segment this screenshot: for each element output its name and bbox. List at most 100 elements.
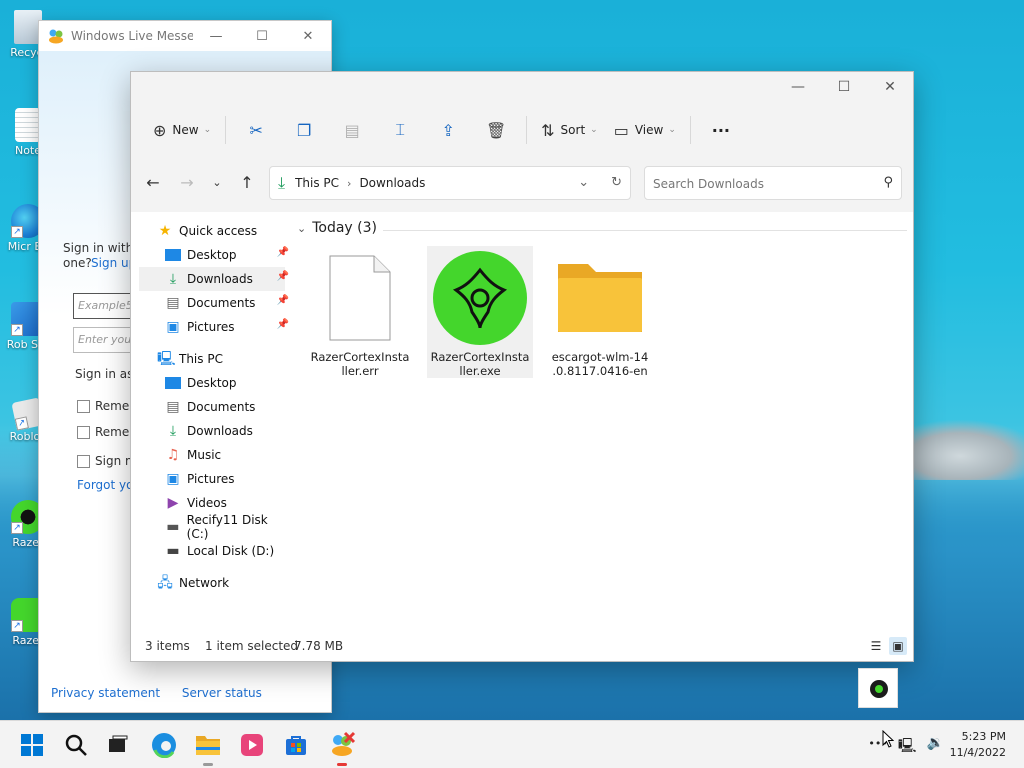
recent-locations-button[interactable]: ⌄ — [203, 170, 231, 196]
close-button[interactable]: ✕ — [867, 72, 913, 102]
view-toggle: ☰ ▣ — [867, 637, 907, 655]
document-file-icon — [329, 255, 391, 341]
messenger-taskbar-button[interactable] — [326, 729, 358, 766]
sign-in-as-label: Sign in as: — [75, 367, 138, 381]
details-view-button[interactable]: ☰ — [867, 637, 885, 655]
ellipsis-icon: ··· — [711, 120, 730, 140]
file-item-err[interactable]: RazerCortexInsta ller.err — [307, 246, 413, 378]
forward-button[interactable]: → — [173, 170, 201, 196]
file-explorer-taskbar-button[interactable] — [192, 729, 224, 766]
messenger-title-bar[interactable]: Windows Live Messe... — ☐ ✕ — [39, 21, 331, 51]
remember-me-checkbox[interactable] — [77, 400, 90, 413]
sign-in-text-2: one? — [63, 256, 92, 270]
store-taskbar-button[interactable] — [280, 729, 312, 761]
sort-icon: ⇅ — [541, 120, 555, 140]
remember-password-checkbox[interactable] — [77, 426, 90, 439]
start-button[interactable] — [16, 729, 48, 761]
explorer-header: — ☐ ✕ ⊕ New ⌄ ✂ ❐ ▤ ⌶ ⇪ 🗑 ⇅ Sort ⌄ ▭ Vie… — [131, 72, 913, 212]
server-status-link[interactable]: Server status — [182, 686, 262, 700]
delete-button[interactable]: 🗑 — [472, 114, 520, 146]
chevron-down-icon: ⌄ — [590, 125, 598, 135]
nav-qa-desktop[interactable]: Desktop 📌 — [165, 243, 289, 267]
nav-pc-music[interactable]: ♫ Music — [165, 443, 221, 467]
password-field[interactable]: Enter your — [73, 327, 133, 353]
nav-pc-disk-d[interactable]: ▬ Local Disk (D:) — [165, 539, 274, 563]
more-options-button[interactable]: ··· — [697, 114, 745, 146]
share-button[interactable]: ⇪ — [424, 114, 472, 146]
nav-network[interactable]: 🖧 Network — [157, 571, 229, 595]
clipboard-icon: ▤ — [344, 120, 360, 140]
nav-quick-access[interactable]: ★ Quick access — [157, 219, 257, 243]
paste-button[interactable]: ▤ — [328, 114, 376, 146]
copy-button[interactable]: ❐ — [280, 114, 328, 146]
document-icon: ▤ — [166, 295, 180, 311]
file-explorer-window[interactable]: — ☐ ✕ ⊕ New ⌄ ✂ ❐ ▤ ⌶ ⇪ 🗑 ⇅ Sort ⌄ ▭ Vie… — [130, 71, 914, 662]
up-button[interactable]: ↑ — [233, 170, 261, 196]
maximize-button[interactable]: ☐ — [239, 29, 285, 44]
search-input[interactable]: Search Downloads ⚲ — [644, 166, 902, 200]
address-history-button[interactable]: ⌄ — [578, 175, 589, 190]
item-count: 3 items — [145, 639, 190, 653]
minimize-button[interactable]: — — [193, 29, 239, 44]
chevron-right-icon: › — [347, 176, 352, 190]
group-header-label: Today (3) — [312, 220, 377, 236]
razer-notification[interactable] — [858, 668, 898, 708]
clock-date: 11/4/2022 — [949, 746, 1006, 759]
nav-qa-downloads[interactable]: ⤓ Downloads 📌 — [139, 267, 289, 291]
breadcrumb-downloads[interactable]: Downloads — [359, 176, 425, 190]
file-name: RazerCortexInsta ller.exe — [430, 350, 530, 378]
nav-qa-documents[interactable]: ▤ Documents 📌 — [165, 291, 289, 315]
media-player-taskbar-button[interactable] — [236, 729, 268, 761]
email-field[interactable]: Example55 — [73, 293, 133, 319]
file-item-exe[interactable]: RazerCortexInsta ller.exe — [427, 246, 533, 378]
nav-pc-downloads[interactable]: ⤓ Downloads — [165, 419, 253, 443]
navigation-pane: ★ Quick access Desktop 📌 ⤓ Downloads 📌 ▤… — [131, 212, 291, 631]
nav-label: Desktop — [187, 248, 237, 262]
pin-icon: 📌 — [276, 295, 289, 306]
sign-me-in-checkbox[interactable] — [77, 455, 90, 468]
system-tray: ••• 🖳 🔉 — [868, 735, 944, 759]
desktop-icon — [165, 249, 181, 261]
pictures-icon: ▣ — [166, 471, 180, 487]
refresh-button[interactable]: ↻ — [611, 175, 622, 190]
file-item-folder[interactable]: escargot-wlm-14 .0.8117.0416-en — [547, 246, 653, 378]
back-button[interactable]: ← — [139, 170, 167, 196]
trash-icon: 🗑 — [485, 120, 507, 140]
nav-pc-desktop[interactable]: Desktop — [165, 371, 237, 395]
new-label: New — [172, 123, 199, 137]
view-button[interactable]: ▭ View ⌄ — [606, 114, 684, 146]
view-label: View — [634, 123, 664, 137]
pin-icon: 📌 — [276, 271, 289, 282]
nav-this-pc[interactable]: 🖳 This PC — [157, 347, 223, 371]
file-name: escargot-wlm-14 .0.8117.0416-en — [551, 350, 649, 378]
chevron-down-icon: ⌄ — [297, 221, 307, 235]
messenger-title: Windows Live Messe... — [71, 29, 193, 43]
nav-qa-pictures[interactable]: ▣ Pictures 📌 — [165, 315, 289, 339]
cut-button[interactable]: ✂ — [232, 114, 280, 146]
nav-pc-disk-c[interactable]: ▬ Recify11 Disk (C:) — [165, 513, 291, 541]
nav-pc-videos[interactable]: ▶ Videos — [165, 491, 227, 515]
privacy-statement-link[interactable]: Privacy statement — [51, 686, 160, 700]
rename-button[interactable]: ⌶ — [376, 114, 424, 146]
sort-button[interactable]: ⇅ Sort ⌄ — [533, 114, 606, 146]
nav-pc-documents[interactable]: ▤ Documents — [165, 395, 255, 419]
address-bar[interactable]: ⤓ This PC › Downloads ⌄ ↻ — [269, 166, 631, 200]
maximize-button[interactable]: ☐ — [821, 72, 867, 102]
minimize-button[interactable]: — — [775, 72, 821, 102]
new-button[interactable]: ⊕ New ⌄ — [145, 114, 219, 146]
task-view-button[interactable] — [102, 729, 134, 761]
drive-icon: ▬ — [166, 543, 180, 559]
edge-taskbar-button[interactable] — [148, 729, 180, 761]
file-list: ⌄ Today (3) RazerCortexInsta ller.err Ra… — [291, 212, 913, 631]
clock[interactable]: 5:23 PM 11/4/2022 — [950, 729, 1006, 761]
large-icons-view-button[interactable]: ▣ — [889, 637, 907, 655]
network-icon[interactable]: 🖳 — [898, 735, 917, 759]
breadcrumb-this-pc[interactable]: This PC — [295, 176, 339, 190]
close-button[interactable]: ✕ — [285, 29, 331, 44]
search-button[interactable] — [60, 729, 92, 761]
attention-indicator — [337, 763, 347, 766]
group-header-today[interactable]: ⌄ Today (3) — [297, 220, 377, 236]
nav-pc-pictures[interactable]: ▣ Pictures — [165, 467, 234, 491]
volume-icon[interactable]: 🔉 — [927, 735, 944, 759]
nav-label: Downloads — [187, 272, 253, 286]
